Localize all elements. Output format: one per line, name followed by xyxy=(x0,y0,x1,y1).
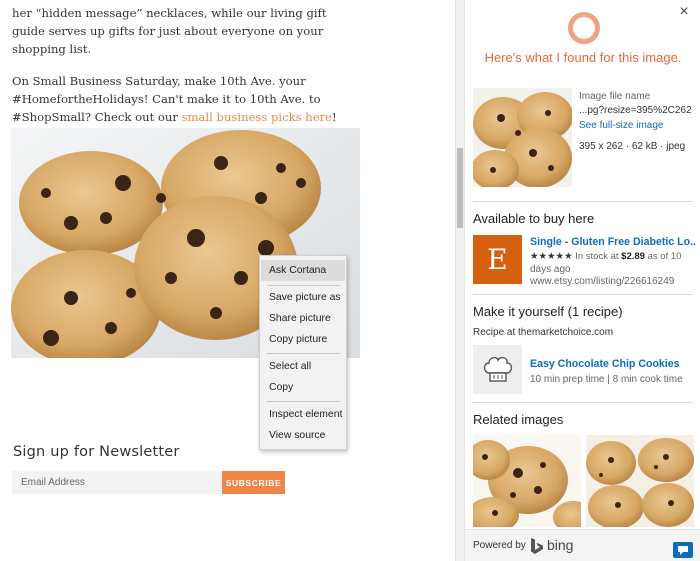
close-icon[interactable]: × xyxy=(676,4,692,20)
listing-price: $2.89 xyxy=(621,251,645,262)
section-divider xyxy=(473,294,693,295)
section-divider xyxy=(473,201,693,202)
menu-separator xyxy=(267,285,340,286)
related-cookies-2 xyxy=(586,435,694,527)
related-section-title: Related images xyxy=(473,412,564,427)
scrollbar-thumb[interactable] xyxy=(457,148,463,228)
chef-hat-icon xyxy=(483,356,513,382)
article-paragraph-1: her “hidden message” necklaces, while ou… xyxy=(12,6,327,56)
cortana-heading: Here's what I found for this image. xyxy=(484,50,682,65)
email-field[interactable] xyxy=(12,471,222,494)
cortana-footer: Powered by bing xyxy=(465,529,700,561)
listing-age: days ago xyxy=(530,264,571,275)
subscribe-button[interactable]: SUBSCRIBE xyxy=(222,471,285,494)
article-paragraph-2: On Small Business Saturday, make 10th Av… xyxy=(12,72,352,126)
context-menu: Ask Cortana Save picture as Share pictur… xyxy=(259,255,347,450)
image-thumbnail[interactable] xyxy=(473,88,572,187)
listing-rating: ★★★★★ In stock at $2.89 as of 10 xyxy=(530,251,681,262)
newsletter-title: Sign up for Newsletter xyxy=(13,444,180,460)
recipe-thumbnail[interactable] xyxy=(473,345,522,394)
related-image-2[interactable] xyxy=(586,435,694,527)
powered-by-label: Powered by xyxy=(473,540,526,551)
feedback-icon[interactable] xyxy=(673,542,693,558)
listing-url: www.etsy.com/listing/226616249 xyxy=(530,276,675,287)
cortana-panel: × Here's what I found for this image. Im… xyxy=(464,0,700,561)
recipe-section-title: Make it yourself (1 recipe) xyxy=(473,304,623,319)
section-divider xyxy=(473,402,693,403)
feedback-glyph xyxy=(678,546,688,555)
menu-item-inspect-element[interactable]: Inspect element xyxy=(261,404,345,425)
full-size-link[interactable]: See full-size image xyxy=(579,120,663,131)
page-scrollbar[interactable] xyxy=(455,0,464,561)
small-business-link[interactable]: small business picks here xyxy=(182,110,332,124)
article-text-span: ! xyxy=(332,110,337,124)
image-dimensions: 395 x 262 · 62 kB · jpeg xyxy=(579,141,686,152)
menu-item-copy-picture[interactable]: Copy picture xyxy=(261,329,345,350)
menu-item-copy[interactable]: Copy xyxy=(261,377,345,398)
bing-logo-icon xyxy=(531,538,543,554)
menu-item-view-source[interactable]: View source xyxy=(261,425,345,446)
related-cookies-1 xyxy=(473,435,581,527)
menu-item-save-picture[interactable]: Save picture as xyxy=(261,287,345,308)
recipe-title-link[interactable]: Easy Chocolate Chip Cookies xyxy=(530,358,680,370)
article-text: her “hidden message” necklaces, while ou… xyxy=(12,4,352,140)
image-file-name: ...pg?resize=395%2C262 xyxy=(579,105,692,116)
menu-item-ask-cortana[interactable]: Ask Cortana xyxy=(261,260,345,281)
bing-brand: bing xyxy=(547,537,574,553)
stock-suffix: as of 10 xyxy=(644,251,682,262)
buy-section-title: Available to buy here xyxy=(473,211,595,226)
web-page: her “hidden message” necklaces, while ou… xyxy=(0,0,455,561)
menu-separator xyxy=(267,353,340,354)
thumbnail-cookies xyxy=(473,88,572,187)
recipe-time: 10 min prep time | 8 min cook time xyxy=(530,374,683,385)
menu-item-select-all[interactable]: Select all xyxy=(261,356,345,377)
rating-stars: ★★★★★ xyxy=(530,251,573,262)
recipe-source: Recipe at themarketchoice.com xyxy=(473,327,614,338)
listing-title-link[interactable]: Single - Gluten Free Diabetic Lo... xyxy=(530,236,696,248)
menu-separator xyxy=(267,401,340,402)
cortana-ring-icon xyxy=(568,12,600,44)
stock-prefix: In stock at xyxy=(575,251,622,262)
menu-item-share-picture[interactable]: Share picture xyxy=(261,308,345,329)
related-image-1[interactable] xyxy=(473,435,581,527)
image-file-label: Image file name xyxy=(579,91,651,102)
etsy-logo[interactable]: E xyxy=(473,235,522,284)
